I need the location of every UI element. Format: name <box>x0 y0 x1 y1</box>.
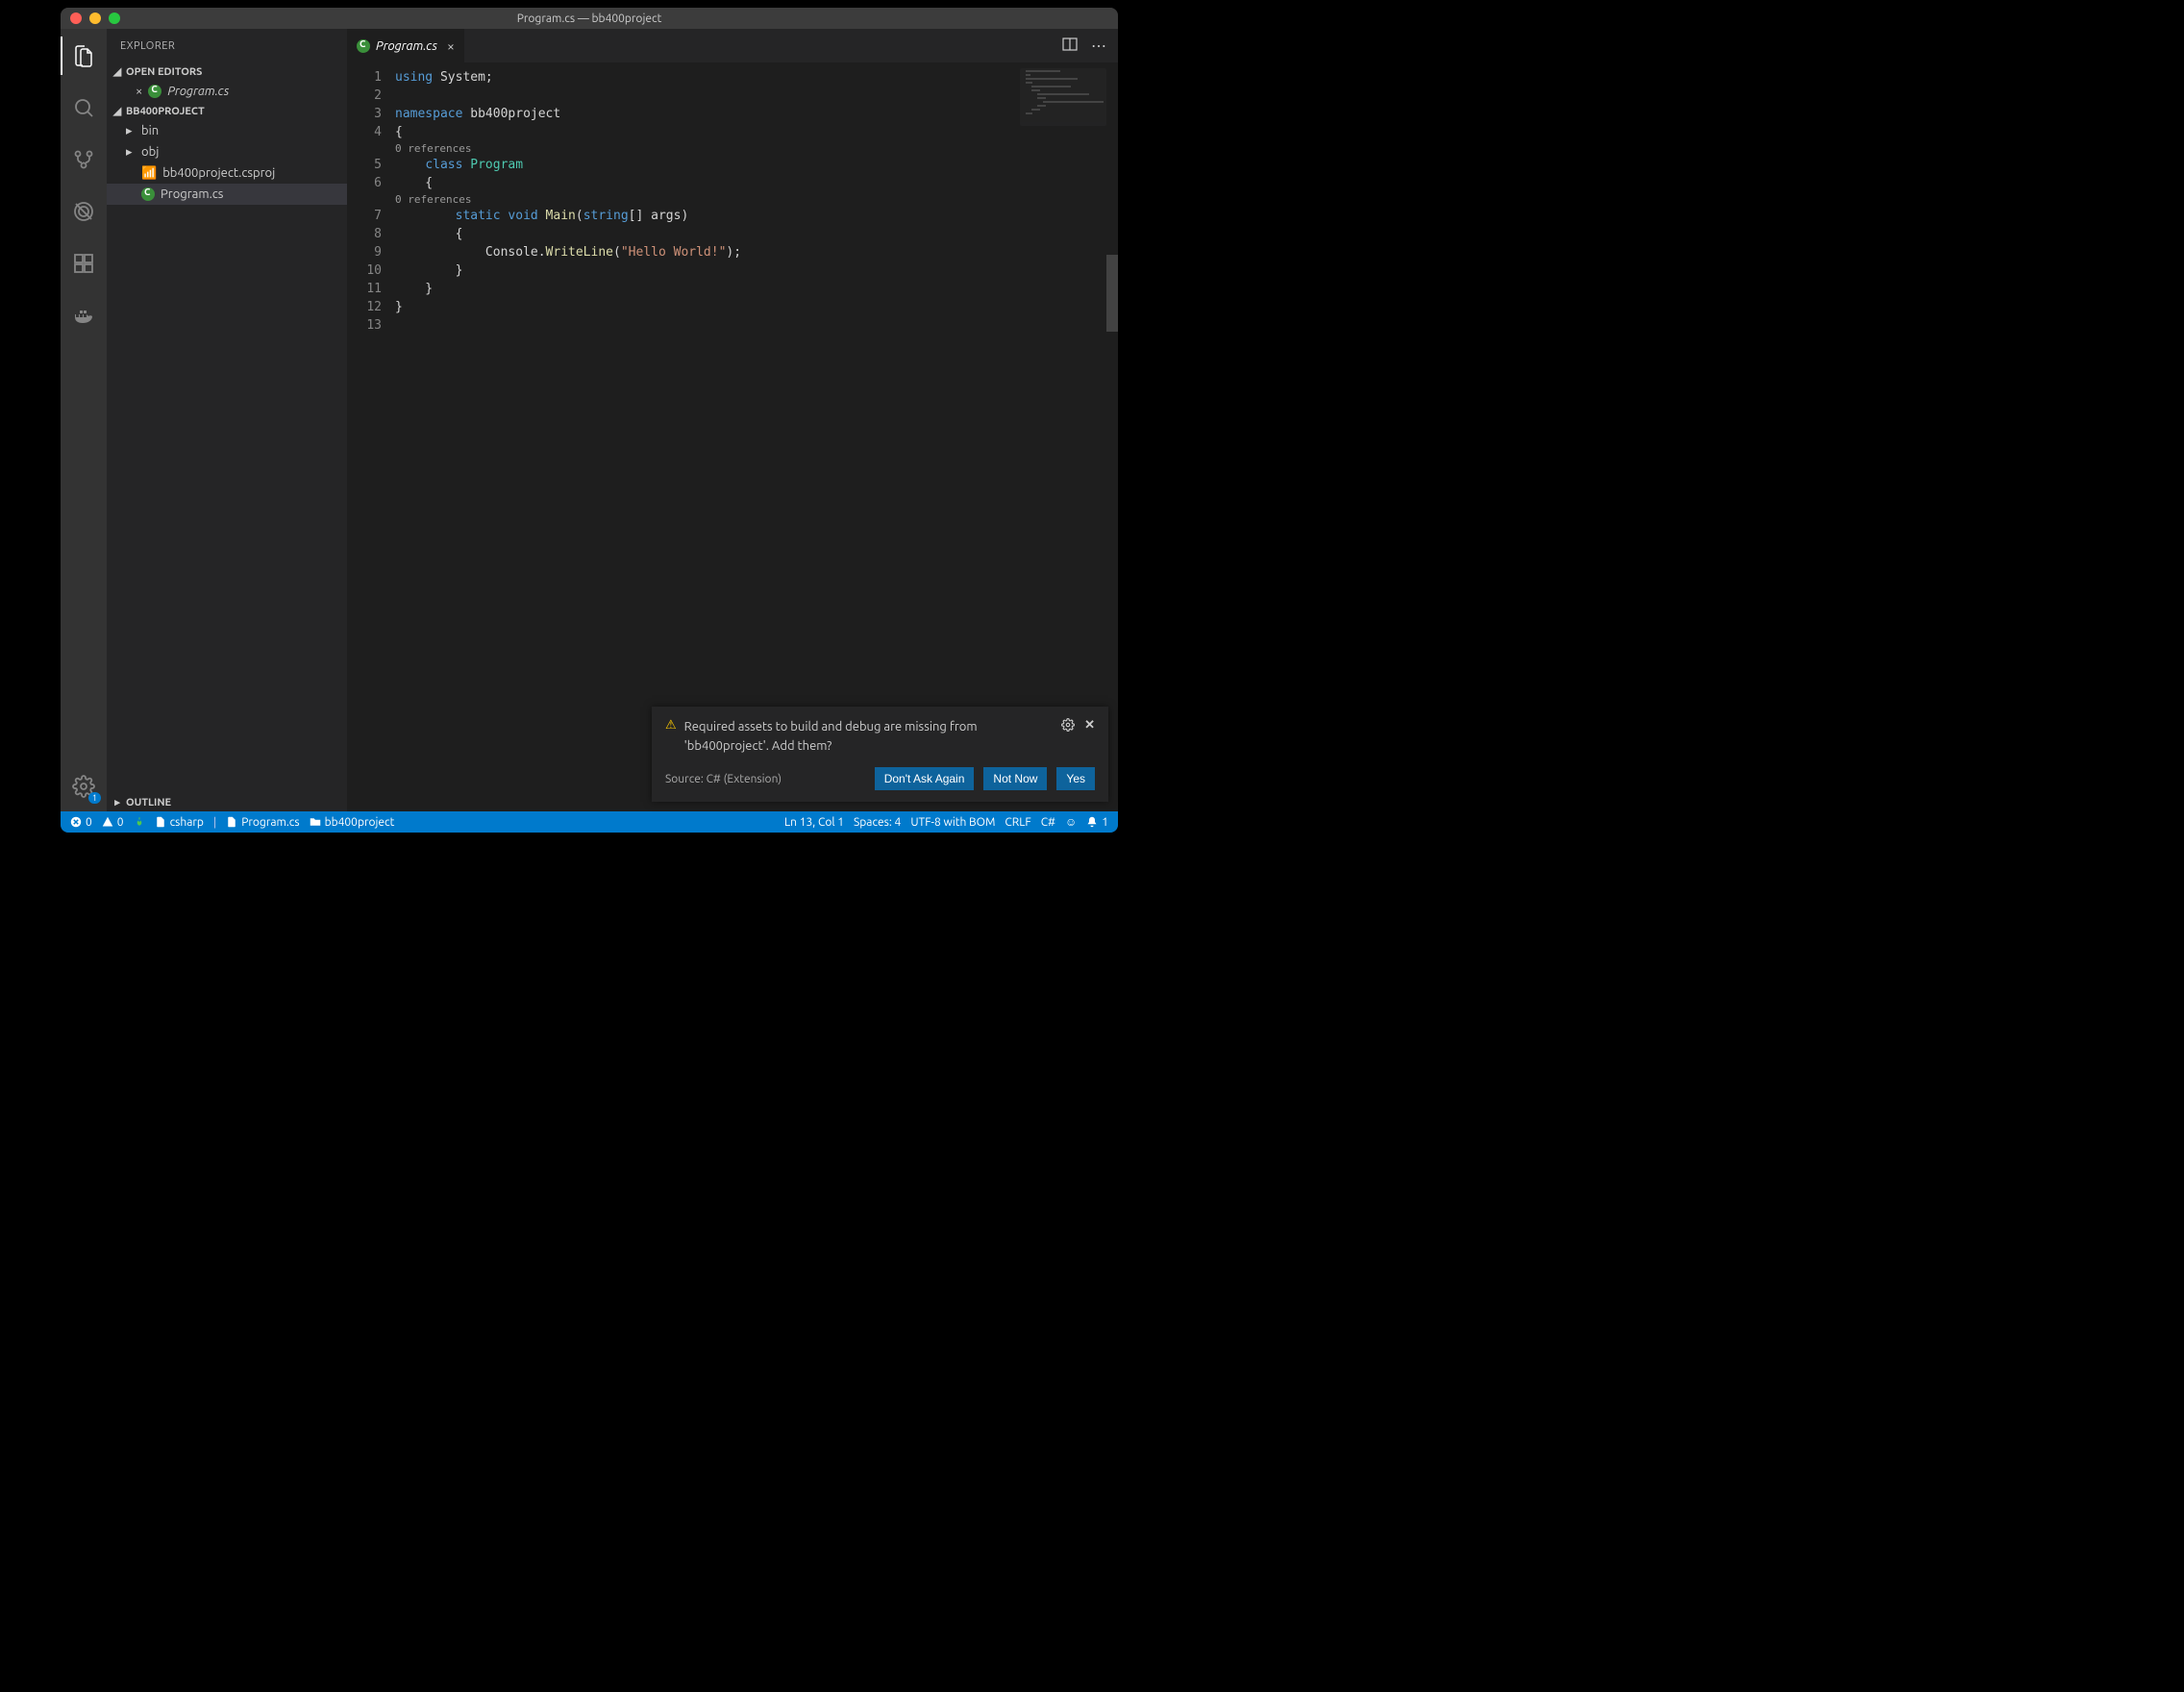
file-name: bb400project.csproj <box>162 166 275 180</box>
file-name: Program.cs <box>161 187 223 201</box>
status-language[interactable]: C# <box>1041 816 1055 829</box>
close-icon[interactable]: ✕ <box>1084 718 1095 756</box>
chevron-right-icon: ▸ <box>112 796 122 809</box>
tab-label: Program.cs <box>376 39 437 53</box>
editor: Program.cs × ⋯ 1234 56 78910111213 <box>347 29 1118 811</box>
status-encoding[interactable]: UTF-8 with BOM <box>910 816 995 829</box>
xml-file-icon: 📶 <box>141 166 157 181</box>
code-content[interactable]: using System; namespace bb400project { 0… <box>395 62 1118 811</box>
tabs: Program.cs × ⋯ <box>347 29 1118 62</box>
omnisharp-flame-icon[interactable] <box>134 816 145 828</box>
notification-toast: ⚠ Required assets to build and debug are… <box>652 707 1108 802</box>
codelens-references[interactable]: 0 references <box>395 193 471 206</box>
status-bar: 0 0 csharp | Program.cs bb400project Ln … <box>61 811 1118 833</box>
close-icon[interactable]: × <box>136 85 142 98</box>
close-window-icon[interactable] <box>70 12 82 24</box>
folder-name: bin <box>141 124 159 137</box>
status-eol[interactable]: CRLF <box>1005 816 1030 829</box>
window-title: Program.cs — bb400project <box>61 12 1118 25</box>
editor-viewport[interactable]: 1234 56 78910111213 using System; namesp… <box>347 62 1118 811</box>
feedback-icon[interactable]: ☺ <box>1065 815 1077 829</box>
scrollbar-thumb[interactable] <box>1106 255 1118 332</box>
open-editor-item[interactable]: × Program.cs <box>107 81 347 102</box>
section-open-editors[interactable]: ◢ OPEN EDITORS <box>107 62 347 81</box>
csharp-file-icon <box>141 187 155 201</box>
titlebar[interactable]: Program.cs — bb400project <box>61 8 1118 29</box>
section-label-text: OPEN EDITORS <box>126 66 202 78</box>
sidebar: EXPLORER ◢ OPEN EDITORS × Program.cs ◢ B… <box>107 29 347 811</box>
section-label-text: BB400PROJECT <box>126 106 205 117</box>
folder-name: obj <box>141 145 159 159</box>
status-errors[interactable]: 0 <box>70 816 92 829</box>
source-control-icon[interactable] <box>61 140 107 179</box>
section-label-text: OUTLINE <box>126 797 171 809</box>
minimap[interactable] <box>1020 68 1106 126</box>
status-omnisharp[interactable]: csharp <box>155 816 204 829</box>
folder-item-bin[interactable]: ▸ bin <box>107 120 347 141</box>
tab-program-cs[interactable]: Program.cs × <box>347 29 464 62</box>
dont-ask-again-button[interactable]: Don't Ask Again <box>875 767 975 790</box>
debug-icon[interactable] <box>61 192 107 231</box>
file-item-csproj[interactable]: 📶 bb400project.csproj <box>107 162 347 184</box>
folder-item-obj[interactable]: ▸ obj <box>107 141 347 162</box>
status-indent[interactable]: Spaces: 4 <box>854 816 901 829</box>
more-actions-icon[interactable]: ⋯ <box>1091 37 1106 55</box>
extensions-icon[interactable] <box>61 244 107 283</box>
status-warnings[interactable]: 0 <box>102 816 124 829</box>
status-active-file[interactable]: Program.cs <box>226 816 299 829</box>
file-item-program[interactable]: Program.cs <box>107 184 347 205</box>
status-project[interactable]: bb400project <box>310 816 395 829</box>
scrollbar-track[interactable] <box>1106 62 1118 811</box>
docker-icon[interactable] <box>61 296 107 335</box>
minimize-window-icon[interactable] <box>89 12 101 24</box>
settings-icon[interactable]: 1 <box>61 767 107 806</box>
line-gutter: 1234 56 78910111213 <box>347 62 395 811</box>
split-editor-icon[interactable] <box>1062 37 1078 56</box>
file-name: Program.cs <box>167 85 229 98</box>
csharp-file-icon <box>357 39 370 53</box>
status-cursor[interactable]: Ln 13, Col 1 <box>784 816 844 829</box>
section-outline[interactable]: ▸ OUTLINE <box>107 793 347 811</box>
search-icon[interactable] <box>61 88 107 127</box>
close-tab-icon[interactable]: × <box>447 38 455 54</box>
chevron-right-icon: ▸ <box>126 124 136 138</box>
notification-source: Source: C# (Extension) <box>665 773 865 785</box>
section-project[interactable]: ◢ BB400PROJECT <box>107 102 347 120</box>
explorer-icon[interactable] <box>61 37 107 75</box>
settings-badge: 1 <box>88 792 101 804</box>
not-now-button[interactable]: Not Now <box>983 767 1047 790</box>
chevron-down-icon: ◢ <box>112 65 122 78</box>
yes-button[interactable]: Yes <box>1056 767 1095 790</box>
sidebar-title: EXPLORER <box>107 29 347 62</box>
gear-icon[interactable] <box>1061 718 1075 756</box>
warning-icon: ⚠ <box>665 718 677 756</box>
zoom-window-icon[interactable] <box>109 12 120 24</box>
notifications-icon[interactable]: 1 <box>1086 816 1108 829</box>
csharp-file-icon <box>148 85 161 98</box>
window: Program.cs — bb400project <box>61 8 1118 833</box>
activity-bar: 1 <box>61 29 107 811</box>
chevron-down-icon: ◢ <box>112 105 122 117</box>
codelens-references[interactable]: 0 references <box>395 142 471 155</box>
notification-message: Required assets to build and debug are m… <box>684 718 1054 756</box>
chevron-right-icon: ▸ <box>126 145 136 160</box>
